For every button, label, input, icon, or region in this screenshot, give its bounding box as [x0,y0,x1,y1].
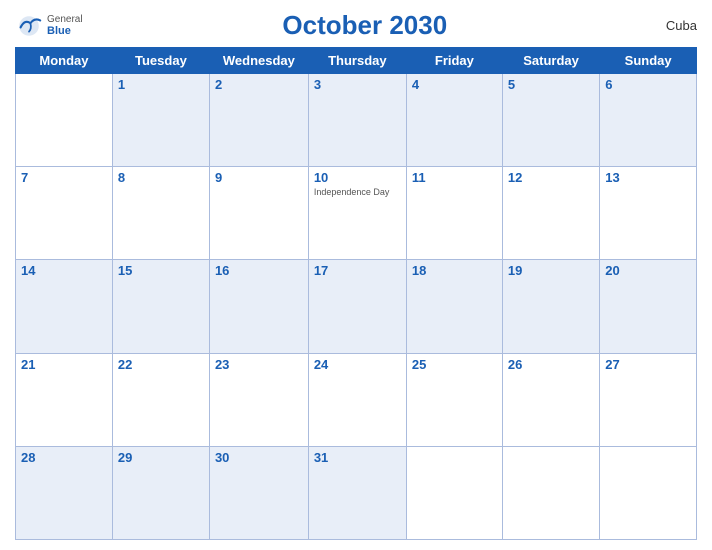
weekday-header-row: MondayTuesdayWednesdayThursdayFridaySatu… [16,48,697,74]
weekday-header-saturday: Saturday [502,48,599,74]
weekday-header-thursday: Thursday [308,48,406,74]
calendar-table: MondayTuesdayWednesdayThursdayFridaySatu… [15,47,697,540]
day-number: 28 [21,450,35,465]
calendar-week-row: 14 15 16 17 18 19 20 [16,260,697,353]
calendar-cell: 31 [308,446,406,539]
logo-blue-text: Blue [47,25,83,37]
holiday-label: Independence Day [314,187,401,198]
calendar-cell: 25 [406,353,502,446]
calendar-cell: 21 [16,353,113,446]
calendar-cell: 8 [112,167,209,260]
day-number: 30 [215,450,229,465]
day-number: 20 [605,263,619,278]
calendar-cell: 12 [502,167,599,260]
day-number: 19 [508,263,522,278]
logo-icon [15,12,43,40]
calendar-cell: 2 [209,74,308,167]
calendar-cell: 11 [406,167,502,260]
calendar-week-row: 21 22 23 24 25 26 27 [16,353,697,446]
day-number: 5 [508,77,515,92]
day-number: 24 [314,357,328,372]
day-number: 14 [21,263,35,278]
calendar-cell: 4 [406,74,502,167]
calendar-cell: 1 [112,74,209,167]
logo-text: General Blue [47,14,83,37]
weekday-header-monday: Monday [16,48,113,74]
calendar-week-row: 1 2 3 4 5 6 [16,74,697,167]
calendar-cell: 20 [600,260,697,353]
logo-general-text: General [47,14,83,25]
calendar-cell: 27 [600,353,697,446]
calendar-cell [502,446,599,539]
calendar-cell: 17 [308,260,406,353]
calendar-cell: 13 [600,167,697,260]
calendar-week-row: 28 29 30 31 [16,446,697,539]
calendar-cell: 19 [502,260,599,353]
calendar-cell: 5 [502,74,599,167]
calendar-cell: 15 [112,260,209,353]
calendar-cell [600,446,697,539]
country-label: Cuba [647,18,697,33]
calendar-cell: 24 [308,353,406,446]
logo: General Blue [15,12,83,40]
day-number: 1 [118,77,125,92]
calendar-cell: 26 [502,353,599,446]
day-number: 13 [605,170,619,185]
day-number: 2 [215,77,222,92]
calendar-cell [16,74,113,167]
day-number: 18 [412,263,426,278]
day-number: 23 [215,357,229,372]
day-number: 27 [605,357,619,372]
day-number: 11 [412,170,426,185]
day-number: 9 [215,170,222,185]
calendar-cell [406,446,502,539]
day-number: 10 [314,170,328,185]
weekday-header-sunday: Sunday [600,48,697,74]
calendar-cell: 9 [209,167,308,260]
calendar-page: General Blue October 2030 Cuba MondayTue… [0,0,712,550]
calendar-week-row: 7 8 9 10 Independence Day 11 12 13 [16,167,697,260]
day-number: 8 [118,170,125,185]
calendar-cell: 14 [16,260,113,353]
day-number: 17 [314,263,328,278]
calendar-cell: 23 [209,353,308,446]
day-number: 26 [508,357,522,372]
calendar-cell: 30 [209,446,308,539]
day-number: 16 [215,263,229,278]
day-number: 21 [21,357,35,372]
weekday-header-tuesday: Tuesday [112,48,209,74]
day-number: 12 [508,170,522,185]
calendar-title: October 2030 [83,10,647,41]
day-number: 25 [412,357,426,372]
weekday-header-friday: Friday [406,48,502,74]
calendar-cell: 29 [112,446,209,539]
day-number: 4 [412,77,419,92]
day-number: 3 [314,77,321,92]
day-number: 22 [118,357,132,372]
day-number: 29 [118,450,132,465]
calendar-cell: 16 [209,260,308,353]
calendar-cell: 6 [600,74,697,167]
calendar-cell: 7 [16,167,113,260]
calendar-cell: 28 [16,446,113,539]
calendar-cell: 22 [112,353,209,446]
calendar-cell: 18 [406,260,502,353]
calendar-cell: 3 [308,74,406,167]
day-number: 31 [314,450,328,465]
weekday-header-wednesday: Wednesday [209,48,308,74]
calendar-header: General Blue October 2030 Cuba [15,10,697,41]
day-number: 7 [21,170,28,185]
day-number: 6 [605,77,612,92]
calendar-cell: 10 Independence Day [308,167,406,260]
day-number: 15 [118,263,132,278]
